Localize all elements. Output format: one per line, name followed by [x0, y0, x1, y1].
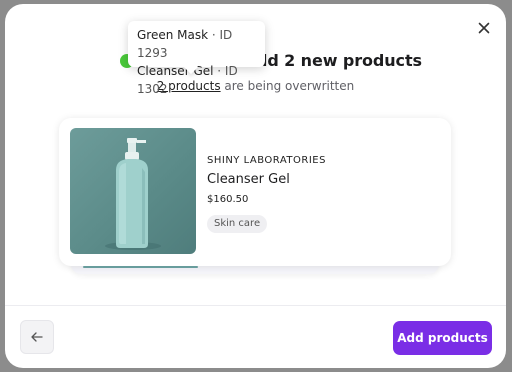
tooltip-item: Green Mask · ID 1293 — [137, 26, 256, 62]
category-tag: Skin care — [207, 215, 268, 233]
product-card[interactable]: SHINY LABORATORIES Cleanser Gel $160.50 … — [59, 118, 451, 266]
back-button[interactable] — [20, 320, 54, 354]
close-icon — [478, 22, 490, 34]
add-products-button[interactable]: Add products — [393, 321, 492, 355]
arrow-left-icon — [31, 332, 43, 342]
products-tooltip: Green Mask · ID 1293 Cleanser Gel · ID 1… — [128, 21, 265, 96]
add-products-dialog: dd 2 new products 2 products are being o… — [5, 4, 506, 368]
product-brand: SHINY LABORATORIES — [207, 155, 326, 166]
tooltip-item-separator: · — [213, 64, 225, 78]
card-accent-line — [83, 266, 198, 268]
close-button[interactable] — [474, 18, 494, 38]
product-name: Cleanser Gel — [207, 172, 290, 187]
product-price: $160.50 — [207, 194, 249, 205]
tooltip-item-separator: · — [208, 28, 220, 42]
tooltip-item-name: Cleanser Gel — [137, 64, 214, 78]
tooltip-item-name: Green Mask — [137, 28, 209, 42]
tooltip-item: Cleanser Gel · ID 1302 — [137, 62, 256, 98]
footer-divider — [5, 305, 506, 306]
dialog-title: dd 2 new products — [256, 51, 422, 70]
product-image — [70, 128, 196, 254]
bottle-image — [105, 138, 161, 250]
